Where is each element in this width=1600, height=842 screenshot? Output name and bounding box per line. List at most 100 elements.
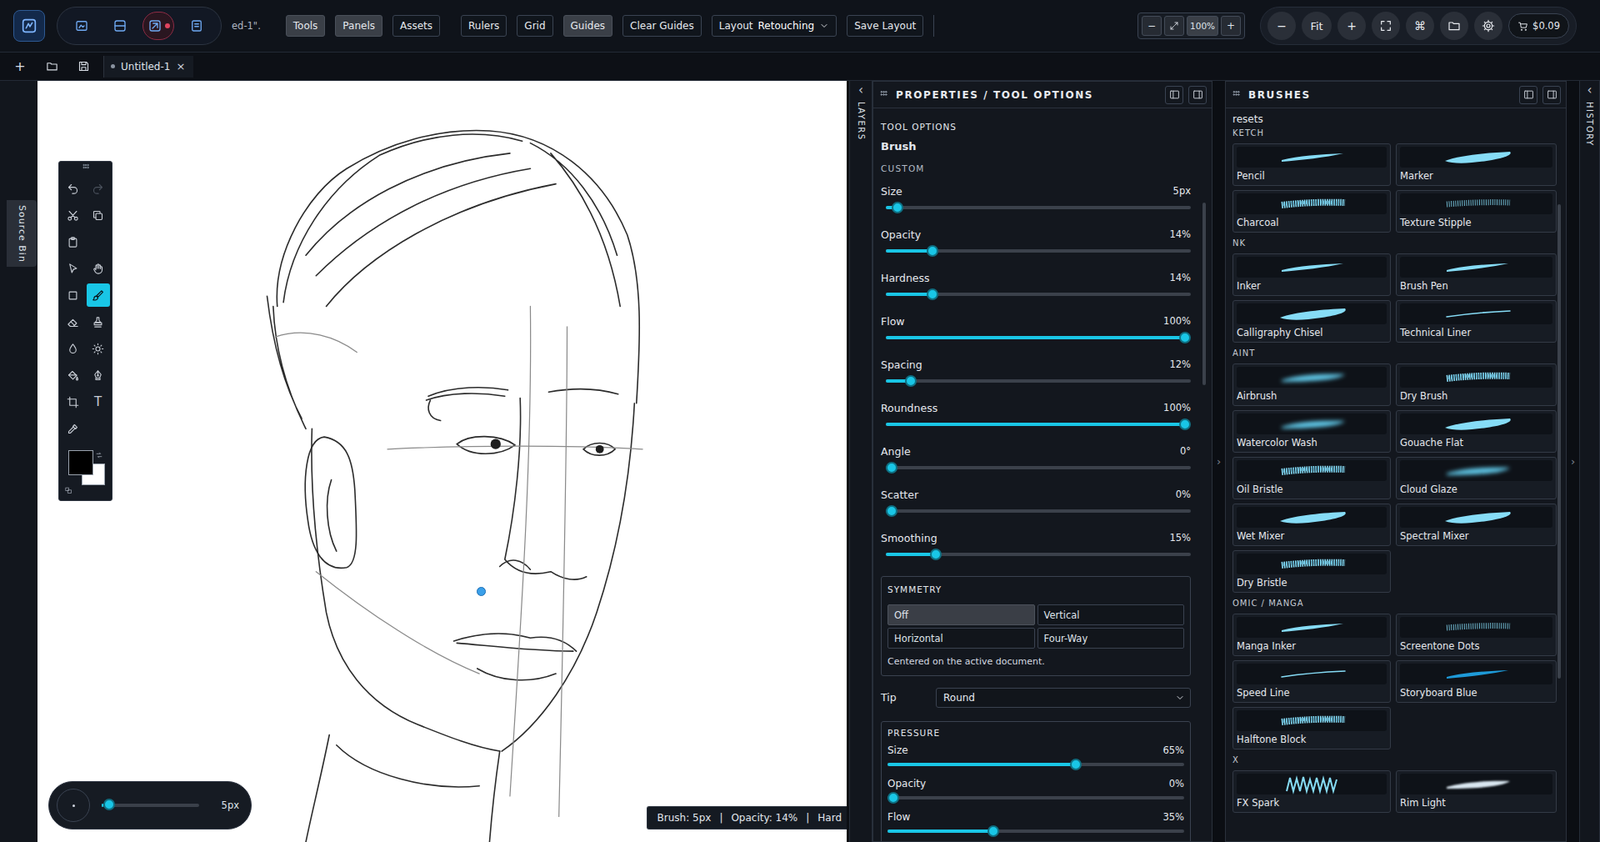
slider-track[interactable]: [885, 288, 1191, 300]
mode-button[interactable]: [65, 11, 98, 40]
slider-track[interactable]: [885, 331, 1191, 344]
brush-preset[interactable]: Manga Inker: [1232, 613, 1391, 656]
slider-track[interactable]: [885, 375, 1191, 387]
mode-button[interactable]: [142, 11, 175, 40]
fit-screen-button[interactable]: [1164, 15, 1185, 36]
view-toggle-button[interactable]: Grid: [516, 15, 553, 37]
scrollbar[interactable]: [1202, 202, 1206, 385]
paste-tool[interactable]: [61, 230, 85, 254]
save-button[interactable]: [71, 55, 95, 79]
brush-preset[interactable]: Spectral Mixer: [1395, 503, 1557, 546]
brush-preset[interactable]: Dry Bristle: [1232, 550, 1391, 593]
brush-preset[interactable]: Cloud Glaze: [1395, 456, 1557, 500]
eraser-tool[interactable]: [61, 310, 85, 334]
symmetry-option[interactable]: Four-Way: [1037, 627, 1185, 649]
slider-thumb[interactable]: [885, 505, 898, 517]
brush-preset[interactable]: Dry Brush: [1395, 363, 1557, 406]
panel-toggle-button[interactable]: Panels: [335, 15, 383, 37]
source-bin-tab[interactable]: Source Bin: [6, 200, 37, 267]
slider-thumb[interactable]: [891, 201, 904, 214]
slider-track[interactable]: [887, 791, 1185, 804]
text-tool[interactable]: T: [86, 390, 110, 414]
slider-track[interactable]: [885, 548, 1191, 560]
slider-thumb[interactable]: [926, 288, 939, 300]
layers-strip[interactable]: ‹LAYERS: [849, 80, 873, 842]
zoom-in-button[interactable]: +: [1337, 11, 1366, 40]
slider-track[interactable]: [885, 461, 1191, 474]
copy-tool[interactable]: [86, 203, 110, 227]
zoom-out-button[interactable]: −: [1267, 11, 1296, 40]
brush-preset[interactable]: Texture Stipple: [1395, 190, 1557, 233]
brush-preset[interactable]: Storyboard Blue: [1395, 660, 1557, 703]
slider-thumb[interactable]: [926, 245, 939, 257]
tip-select[interactable]: Round: [935, 687, 1191, 708]
symmetry-option[interactable]: Off: [887, 604, 1035, 625]
mode-button[interactable]: [104, 11, 136, 40]
scrollbar[interactable]: [1557, 204, 1561, 679]
save-layout-button[interactable]: Save Layout: [846, 15, 924, 37]
slider-thumb[interactable]: [885, 461, 898, 474]
slider-thumb[interactable]: [1070, 758, 1082, 770]
brush-preset[interactable]: Brush Pen: [1395, 253, 1557, 296]
zoom-in-button[interactable]: +: [1220, 15, 1241, 36]
foreground-color[interactable]: [68, 450, 94, 475]
brush-preset[interactable]: Speed Line: [1232, 660, 1391, 703]
brush-preset[interactable]: Halftone Block: [1232, 706, 1391, 750]
close-tab-button[interactable]: ×: [175, 60, 185, 73]
slider-thumb[interactable]: [930, 548, 942, 560]
undo-tool[interactable]: [61, 176, 85, 200]
collapse-panel-button[interactable]: ›: [1216, 455, 1221, 467]
pen-tool[interactable]: [86, 363, 110, 387]
slider-thumb[interactable]: [1179, 418, 1191, 430]
fullscreen-button[interactable]: [1371, 11, 1400, 40]
stamp-tool[interactable]: [86, 310, 110, 334]
swap-colors-button[interactable]: [95, 446, 104, 463]
brush-preset[interactable]: Technical Liner: [1395, 300, 1557, 343]
reset-colors-button[interactable]: [65, 481, 73, 498]
brush-preset[interactable]: Charcoal: [1232, 190, 1391, 233]
brush-preset[interactable]: Rim Light: [1395, 770, 1557, 813]
eyedropper-tool[interactable]: [61, 416, 85, 440]
symmetry-option[interactable]: Horizontal: [887, 627, 1035, 649]
cut-tool[interactable]: [61, 203, 85, 227]
panel-toggle-button[interactable]: Tools: [285, 15, 326, 37]
panel-toggle-button[interactable]: Assets: [392, 15, 440, 37]
slider-thumb[interactable]: [987, 825, 1000, 837]
slider-track[interactable]: [885, 418, 1191, 430]
slider-track[interactable]: [885, 505, 1191, 517]
brush-preset[interactable]: Airbrush: [1232, 363, 1391, 406]
brush-preset[interactable]: Wet Mixer: [1232, 503, 1391, 546]
command-palette-button[interactable]: ⌘: [1405, 11, 1435, 40]
slider-thumb[interactable]: [1179, 331, 1191, 344]
slider-track[interactable]: [885, 201, 1191, 214]
view-toggle-button[interactable]: Rulers: [460, 15, 507, 37]
drag-handle[interactable]: [878, 89, 890, 100]
dock-left-button[interactable]: [1519, 85, 1538, 105]
expand-layers-button[interactable]: ‹: [858, 84, 864, 97]
slider-thumb[interactable]: [103, 798, 115, 810]
redo-tool[interactable]: [86, 176, 110, 200]
crop-tool[interactable]: [61, 390, 85, 414]
layout-dropdown[interactable]: LayoutRetouching: [711, 15, 837, 37]
app-logo[interactable]: [13, 10, 45, 42]
dock-right-button[interactable]: [1188, 85, 1207, 105]
settings-button[interactable]: [1474, 11, 1503, 40]
open-button[interactable]: [1440, 11, 1469, 40]
brush-preset[interactable]: Pencil: [1232, 143, 1391, 186]
panel-divider[interactable]: ›: [1212, 80, 1225, 842]
tool-palette[interactable]: T: [58, 160, 113, 501]
brush-preset[interactable]: Marker: [1395, 143, 1557, 186]
brush-size-slider[interactable]: [101, 803, 200, 807]
brush-preset[interactable]: Calligraphy Chisel: [1232, 300, 1391, 343]
fill-tool[interactable]: [61, 363, 85, 387]
palette-grip[interactable]: [61, 163, 110, 172]
slider-thumb[interactable]: [887, 791, 900, 804]
slider-track[interactable]: [885, 245, 1191, 257]
drag-handle[interactable]: [1230, 89, 1242, 100]
dodge-tool[interactable]: [86, 336, 110, 360]
view-toggle-button[interactable]: Clear Guides: [622, 15, 702, 37]
slider-track[interactable]: [887, 825, 1185, 837]
dock-right-button[interactable]: [1542, 85, 1561, 105]
mode-button[interactable]: [180, 11, 213, 40]
select-tool[interactable]: [61, 256, 85, 280]
